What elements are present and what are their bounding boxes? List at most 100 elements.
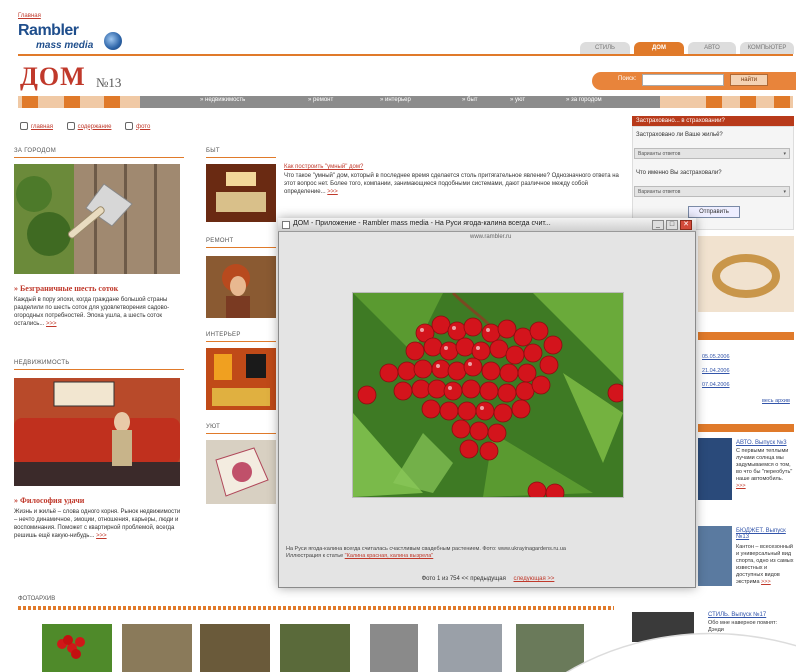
rambler-logo[interactable]: Rambler mass media <box>18 22 138 56</box>
woman-photo[interactable] <box>206 256 276 318</box>
archive-header <box>698 332 794 340</box>
red-sofa-photo[interactable] <box>14 378 180 486</box>
minimize-button[interactable]: _ <box>652 220 664 230</box>
divider <box>14 157 184 158</box>
home-icon <box>20 122 28 130</box>
nav-item-interior[interactable]: » интерьер <box>380 97 411 103</box>
divider <box>206 341 276 342</box>
photo-archive-divider <box>18 606 614 610</box>
nav-item-uyut[interactable]: » уют <box>510 97 525 103</box>
article-title-smart-home[interactable]: Как построить "умный" дом? <box>284 164 404 170</box>
globe-icon <box>104 32 122 50</box>
nav-square <box>774 96 790 108</box>
nav-square <box>104 96 120 108</box>
search-label: Поиск: <box>618 76 637 82</box>
more-link[interactable]: >>> <box>46 321 57 327</box>
archive-date-link[interactable]: 05.05.2006 <box>702 354 730 360</box>
maximize-button[interactable]: □ <box>666 220 678 230</box>
next-photo-link[interactable]: следующая >> <box>514 576 555 582</box>
article-title-philosophy[interactable]: » Философия удачи <box>14 496 84 505</box>
thumb-church[interactable] <box>438 624 502 672</box>
promo-text-budget: Кантон – всесезонный и универсальный вид… <box>736 544 794 585</box>
thumb-birdhouse[interactable] <box>200 624 270 672</box>
issue-number: №13 <box>96 75 122 90</box>
promo-text-auto: С первыми теплыми лучами солнца мы задум… <box>736 448 793 489</box>
nav-item-repair[interactable]: » ремонт <box>308 97 333 103</box>
chevron-down-icon: ▾ <box>783 189 786 195</box>
viburnum-berries-photo <box>352 291 627 503</box>
section-head-remont: РЕМОНТ <box>206 238 234 244</box>
poll-select-2[interactable]: Варианты ответов ▾ <box>634 186 790 197</box>
breadcrumb: главная содержание фото <box>20 122 162 130</box>
tab-style[interactable]: СТИЛЬ <box>580 42 630 54</box>
promo-title-auto[interactable]: АВТО. Выпуск №3 <box>736 440 794 446</box>
photo-archive-header: ФОТОАРХИВ <box>18 596 56 602</box>
pillow-photo[interactable] <box>206 440 276 504</box>
divider <box>206 157 276 158</box>
trowel-photo[interactable] <box>14 164 180 274</box>
search-button[interactable]: найти <box>730 74 768 86</box>
poll-header: Застраховано... в страховании? <box>632 116 794 126</box>
photo-counter: Фото 1 из 754 <box>421 576 460 582</box>
interior-photo[interactable] <box>206 348 276 410</box>
page-curl-decoration <box>565 632 796 672</box>
popup-pager: Фото 1 из 754 << предыдущая следующая >> <box>286 576 690 582</box>
close-button[interactable]: ✕ <box>680 220 692 230</box>
thumb-house[interactable] <box>370 624 418 672</box>
poll-select-1[interactable]: Варианты ответов ▾ <box>634 148 790 159</box>
promo-title-budget[interactable]: БЮДЖЕТ. Выпуск №13 <box>736 528 794 540</box>
thumb-garden[interactable] <box>280 624 350 672</box>
room-photo[interactable] <box>206 164 276 222</box>
article-text-six-sotok: Каждый в пору эпохи, когда граждане боль… <box>14 297 170 327</box>
popup-article-link[interactable]: "Калина красная, калина вызрела" <box>345 553 434 559</box>
section-head-byt: БЫТ <box>206 148 220 154</box>
nav-square <box>740 96 756 108</box>
promo-header <box>698 424 794 432</box>
tab-auto[interactable]: АВТО <box>688 42 736 54</box>
contents-icon <box>66 122 75 130</box>
sport-promo-photo[interactable] <box>698 526 732 586</box>
crumb-home[interactable]: главная <box>31 124 53 130</box>
article-title-six-sotok[interactable]: » Безграничные шесть соток <box>14 284 118 293</box>
nav-square <box>22 96 38 108</box>
nav-square <box>64 96 80 108</box>
more-link[interactable]: >>> <box>761 579 771 585</box>
tab-computer[interactable]: КОМПЬЮТЕР <box>740 42 794 54</box>
nav-square <box>706 96 722 108</box>
more-link[interactable]: >>> <box>96 533 107 539</box>
more-link[interactable]: >>> <box>327 189 338 195</box>
tab-dom[interactable]: ДОМ <box>634 42 684 54</box>
divider <box>206 247 276 248</box>
more-link[interactable]: >>> <box>736 483 746 489</box>
crumb-contents[interactable]: содержание <box>78 124 112 130</box>
nav-item-byt[interactable]: » быт <box>462 97 478 103</box>
photo-icon <box>125 122 134 130</box>
chevron-down-icon: ▾ <box>783 151 786 157</box>
poll-question-1: Застраховано ли Ваше жильё? <box>636 132 723 138</box>
archive-date-link[interactable]: 07.04.2006 <box>702 382 730 388</box>
crumb-photo[interactable]: фото <box>136 124 150 130</box>
section-head-country: ЗА ГОРОДОМ <box>14 148 57 154</box>
poll-submit-button[interactable]: Отправить <box>688 206 740 218</box>
article-text-philosophy: Жизнь и жильё – слова одного корня. Рыно… <box>14 509 181 539</box>
home-link[interactable]: Главная <box>18 13 41 19</box>
logo-media-text: mass media <box>36 40 94 51</box>
popup-title: ДОМ - Приложение - Rambler mass media - … <box>293 220 551 227</box>
search-input[interactable] <box>642 74 724 86</box>
archive-all-link[interactable]: весь архив <box>762 398 790 404</box>
divider <box>206 433 276 434</box>
divider <box>14 369 184 370</box>
thumb-trowel[interactable] <box>122 624 192 672</box>
page-title: ДОМ <box>20 62 86 91</box>
nav-item-realty[interactable]: » недвижимость <box>200 97 245 103</box>
ring-photo[interactable] <box>698 236 794 312</box>
archive-date-link[interactable]: 21.04.2006 <box>702 368 730 374</box>
popup-caption-line2: Иллюстрация к статье "Калина красная, ка… <box>286 553 434 559</box>
prev-photo-link[interactable]: << предыдущая <box>462 576 506 582</box>
thumb-berries[interactable] <box>42 624 112 672</box>
popup-caption: На Руси ягода-калина всегда считалась сч… <box>286 546 690 560</box>
auto-promo-photo[interactable] <box>698 438 732 500</box>
article-text-smart-home: Что такое "умный" дом, который в последн… <box>284 173 619 195</box>
header-divider <box>18 54 793 56</box>
nav-item-country[interactable]: » за городом <box>566 97 602 103</box>
